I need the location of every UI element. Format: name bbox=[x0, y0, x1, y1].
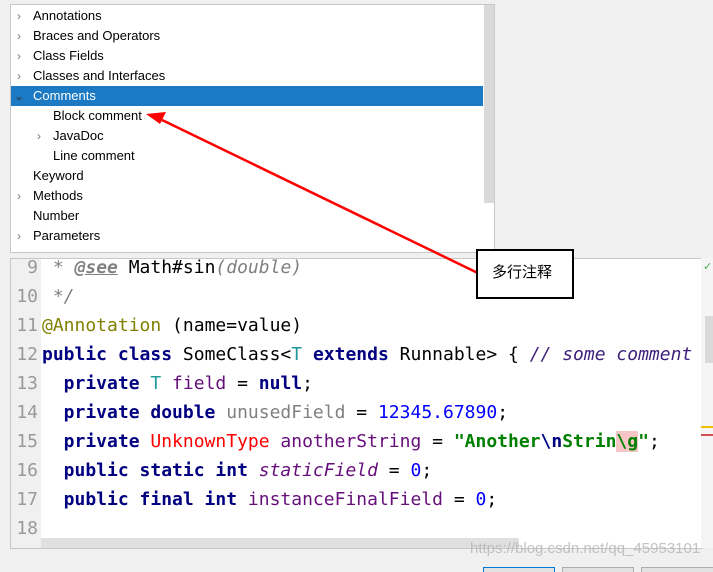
ok-button[interactable] bbox=[483, 567, 555, 572]
annotation-arrow bbox=[146, 112, 485, 278]
annotation-callout: 多行注释 bbox=[476, 249, 574, 299]
apply-button[interactable] bbox=[641, 567, 713, 572]
watermark: https://blog.csdn.net/qq_45953101 bbox=[470, 540, 701, 557]
cancel-button[interactable] bbox=[562, 567, 634, 572]
